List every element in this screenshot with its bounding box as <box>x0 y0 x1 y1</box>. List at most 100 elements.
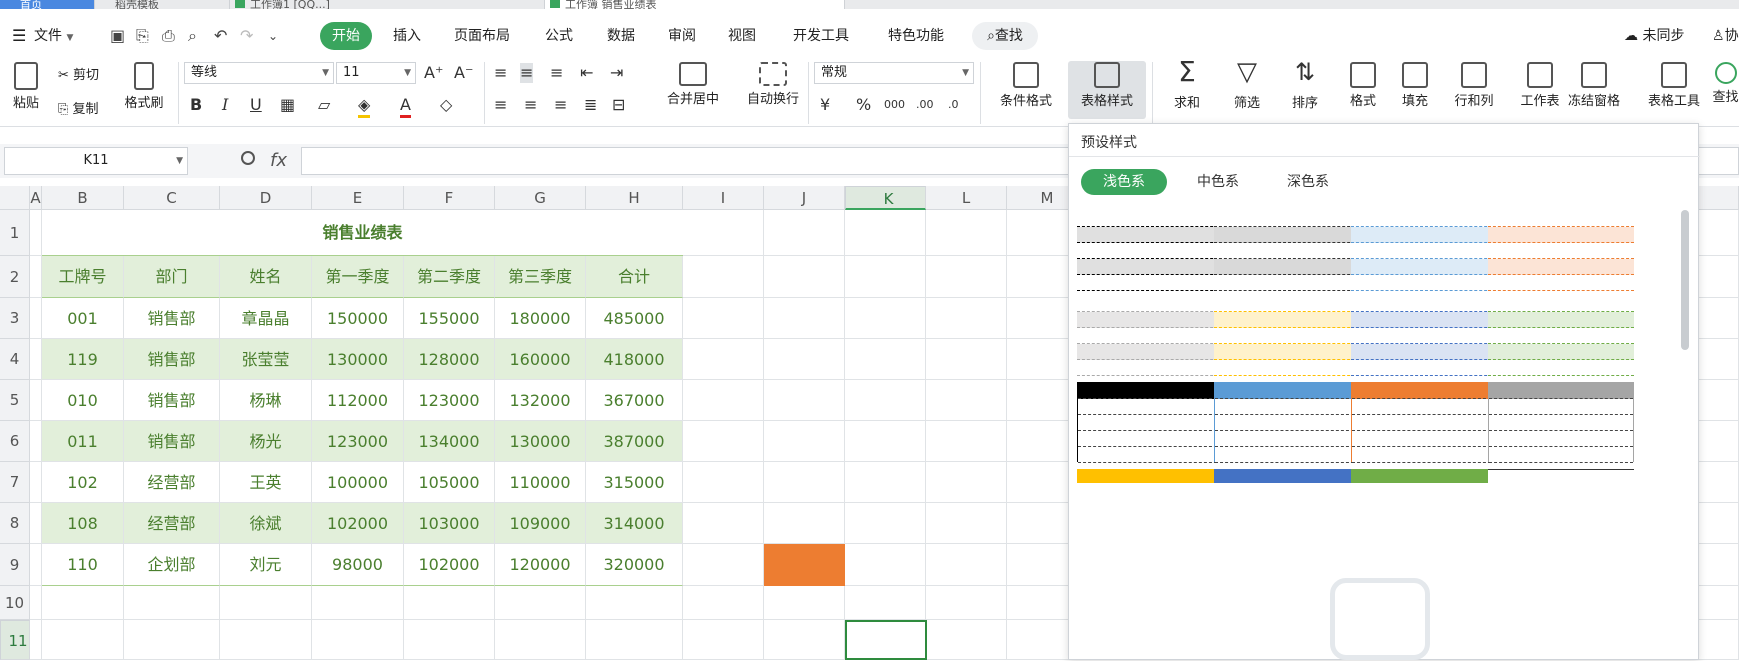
table-cell[interactable]: 320000 <box>586 544 683 586</box>
table-tools-button[interactable]: 表格工具 <box>1636 62 1712 109</box>
table-style-swatch[interactable] <box>1351 382 1497 463</box>
save-icon[interactable]: ▣ <box>110 22 125 50</box>
table-cell[interactable]: 销售部 <box>124 380 220 421</box>
table-style-swatch[interactable] <box>1488 382 1634 463</box>
eraser-icon[interactable]: ◇ <box>440 95 452 115</box>
table-cell[interactable]: 103000 <box>404 503 495 544</box>
table-cell[interactable]: 119 <box>42 339 124 380</box>
sync-status[interactable]: ☁ 未同步 <box>1624 22 1684 50</box>
table-cell[interactable]: 010 <box>42 380 124 421</box>
table-cell[interactable]: 经营部 <box>124 503 220 544</box>
grid-cell[interactable] <box>30 586 42 620</box>
tab-home[interactable]: 首页 <box>0 0 95 9</box>
sheet-title[interactable]: 销售业绩表 <box>42 210 683 256</box>
table-header-cell[interactable]: 第二季度 <box>404 256 495 298</box>
grid-cell[interactable] <box>764 380 845 421</box>
table-cell[interactable]: 130000 <box>495 421 586 462</box>
font-size-select[interactable]: 11 ▼ <box>336 62 416 84</box>
print-icon[interactable]: ⎙ <box>162 22 175 50</box>
grid-cell[interactable] <box>220 586 312 620</box>
fx-icon[interactable]: fx <box>270 150 287 171</box>
table-cell[interactable]: 经营部 <box>124 462 220 503</box>
currency-icon[interactable]: ¥ <box>820 95 830 115</box>
grid-cell[interactable] <box>926 503 1007 544</box>
grid-cell[interactable] <box>30 380 42 421</box>
tab-workbook-1[interactable]: 工作簿1 [QQ...] <box>230 0 545 9</box>
distribute-icon[interactable]: ⊟ <box>612 95 625 115</box>
table-style-swatch[interactable] <box>1077 382 1223 463</box>
preview-icon[interactable]: ⌕ <box>188 22 197 50</box>
table-header-cell[interactable]: 第三季度 <box>495 256 586 298</box>
grid-cell[interactable] <box>683 462 764 503</box>
grid-cell[interactable] <box>926 462 1007 503</box>
table-style-swatch[interactable] <box>1214 296 1360 376</box>
format-painter-button[interactable]: 格式刷 <box>120 62 168 111</box>
column-header-a[interactable]: A <box>30 186 42 210</box>
tab-data[interactable]: 数据 <box>607 22 635 50</box>
grid-cell[interactable] <box>926 298 1007 339</box>
column-header-d[interactable]: D <box>220 186 312 210</box>
decrease-decimal-icon[interactable]: .0 <box>948 95 959 115</box>
font-select[interactable]: 等线 ▼ <box>184 62 334 84</box>
grid-cell[interactable] <box>683 210 764 256</box>
font-grow-icon[interactable]: A⁺ <box>424 63 443 83</box>
export-icon[interactable]: ⎘ <box>136 22 149 50</box>
grid-cell[interactable] <box>926 210 1007 256</box>
column-header-l[interactable]: L <box>926 186 1007 210</box>
align-bottom-icon[interactable]: ≡ <box>550 63 563 83</box>
table-style-swatch[interactable] <box>1214 469 1360 483</box>
table-cell[interactable]: 98000 <box>312 544 404 586</box>
grid-cell[interactable] <box>30 339 42 380</box>
grid-cell[interactable] <box>683 380 764 421</box>
grid-cell[interactable] <box>42 620 124 660</box>
grid-cell[interactable] <box>30 256 42 298</box>
underline-icon[interactable]: U <box>250 95 262 115</box>
column-header-f[interactable]: F <box>404 186 495 210</box>
freeze-button[interactable]: 冻结窗格 <box>1556 62 1632 109</box>
grid-cell[interactable] <box>30 210 42 256</box>
tab-medium-styles[interactable]: 中色系 <box>1175 169 1261 195</box>
column-header-i[interactable]: I <box>683 186 764 210</box>
grid-cell[interactable] <box>926 421 1007 462</box>
grid-cell[interactable] <box>683 620 764 660</box>
fill-shape-icon[interactable]: ▱ <box>318 95 330 115</box>
number-format-select[interactable]: 常规 ▼ <box>814 62 974 84</box>
row-header-4[interactable]: 4 <box>0 339 30 380</box>
undo-icon[interactable]: ↶ <box>214 22 227 50</box>
filter-button[interactable]: ▽ 筛选 <box>1218 59 1276 111</box>
table-header-cell[interactable]: 合计 <box>586 256 683 298</box>
table-cell[interactable]: 章晶晶 <box>220 298 312 339</box>
table-cell[interactable]: 123000 <box>312 421 404 462</box>
redo-icon[interactable]: ↷ <box>240 22 253 50</box>
grid-cell[interactable] <box>845 544 926 586</box>
grid-cell[interactable] <box>764 256 845 298</box>
table-cell[interactable]: 杨琳 <box>220 380 312 421</box>
copy-button[interactable]: ⎘ 复制 <box>58 98 99 117</box>
more-icon[interactable]: ⌄ <box>268 22 278 50</box>
tab-dark-styles[interactable]: 深色系 <box>1265 169 1351 195</box>
format-button[interactable]: 格式 <box>1334 62 1392 109</box>
table-cell[interactable]: 109000 <box>495 503 586 544</box>
wrap-text-button[interactable]: 自动换行 <box>734 62 812 107</box>
grid-cell[interactable] <box>312 586 404 620</box>
table-cell[interactable]: 110 <box>42 544 124 586</box>
table-style-swatch[interactable] <box>1488 469 1634 483</box>
tab-formula[interactable]: 公式 <box>545 22 573 50</box>
table-cell[interactable]: 销售部 <box>124 421 220 462</box>
table-style-swatch[interactable] <box>1488 296 1634 376</box>
row-header-3[interactable]: 3 <box>0 298 30 339</box>
grid-cell[interactable] <box>30 298 42 339</box>
grid-cell[interactable] <box>30 503 42 544</box>
table-cell[interactable]: 418000 <box>586 339 683 380</box>
active-cell-k11[interactable] <box>845 620 927 660</box>
grid-cell[interactable] <box>845 421 926 462</box>
grid-cell[interactable] <box>926 620 1007 660</box>
zoom-icon[interactable] <box>241 151 255 165</box>
align-right-icon[interactable]: ≡ <box>554 95 567 115</box>
column-header-c[interactable]: C <box>124 186 220 210</box>
table-cell[interactable]: 100000 <box>312 462 404 503</box>
table-cell[interactable]: 企划部 <box>124 544 220 586</box>
grid-cell[interactable] <box>926 256 1007 298</box>
table-cell[interactable]: 387000 <box>586 421 683 462</box>
table-style-swatch[interactable] <box>1488 211 1634 291</box>
